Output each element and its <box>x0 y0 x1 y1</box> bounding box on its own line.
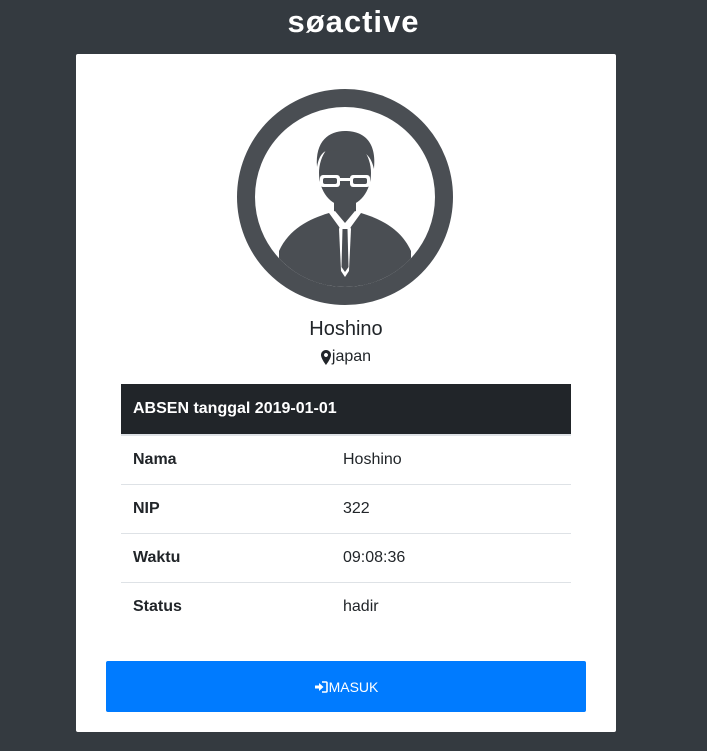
profile-name: Hoshino <box>309 318 383 340</box>
map-marker-icon <box>320 349 331 365</box>
table-row: Waktu 09:08:36 <box>121 533 571 583</box>
brand-logo: søactive <box>0 0 707 44</box>
sign-in-icon <box>314 680 328 693</box>
attendance-card: Hoshino japan ABSEN tanggal 2019-01-01 N… <box>76 54 616 732</box>
row-label-nama: Nama <box>121 435 331 485</box>
masuk-button-label: MASUK <box>328 678 379 695</box>
row-label-waktu: Waktu <box>121 533 331 583</box>
row-value-nip: 322 <box>331 484 571 534</box>
table-row: Nama Hoshino <box>121 435 571 485</box>
row-value-waktu: 09:08:36 <box>331 533 571 583</box>
row-label-status: Status <box>133 598 182 615</box>
location-text: japan <box>331 348 372 365</box>
brand-logo-text: søactive <box>287 4 420 39</box>
masuk-button[interactable]: MASUK <box>106 661 586 712</box>
profile-location: japan <box>76 348 616 366</box>
user-avatar-icon <box>237 89 453 305</box>
row-value-nama: Hoshino <box>331 435 571 485</box>
row-value-status: hadir <box>343 598 379 615</box>
attendance-table: ABSEN tanggal 2019-01-01 Nama Hoshino NI… <box>121 384 571 631</box>
row-label-nip: NIP <box>121 484 331 534</box>
table-row: NIP 322 <box>121 484 571 534</box>
table-row: Status hadir <box>121 583 571 632</box>
attendance-table-header: ABSEN tanggal 2019-01-01 <box>121 384 571 436</box>
